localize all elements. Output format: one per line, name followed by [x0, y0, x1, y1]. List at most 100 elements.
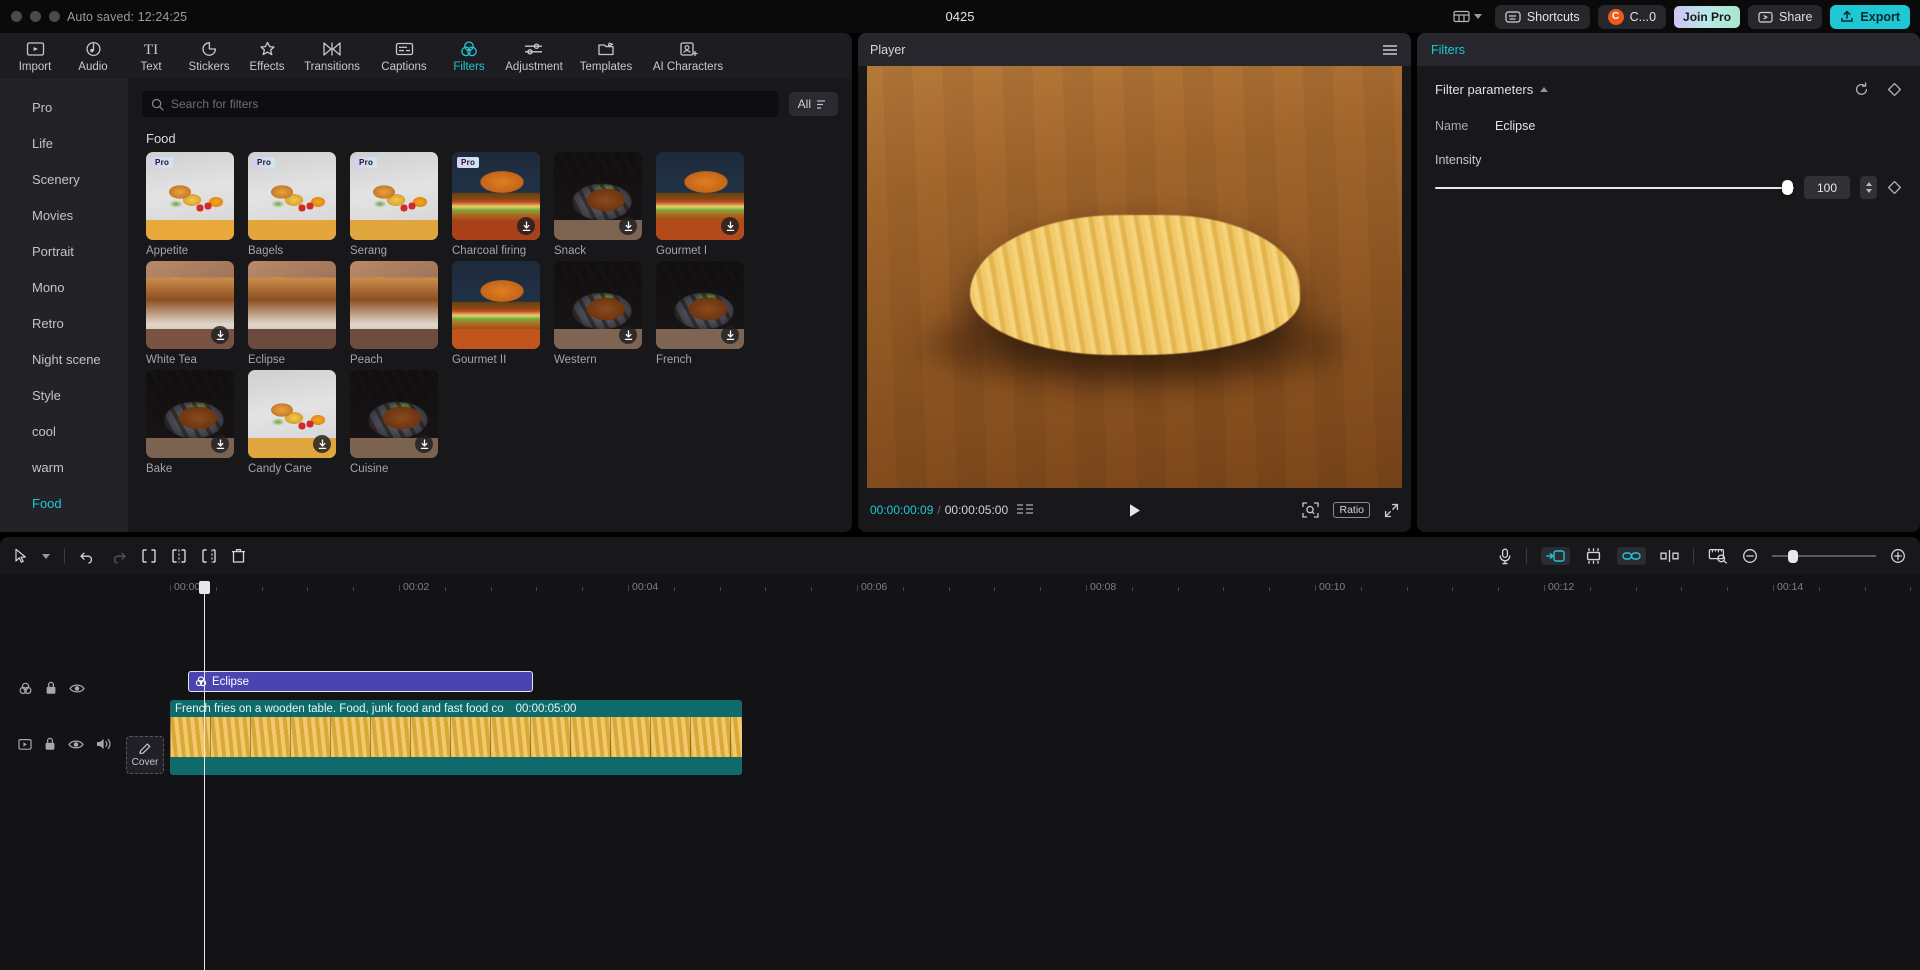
play-button[interactable]: [1126, 502, 1143, 519]
playhead-top[interactable]: [199, 581, 210, 599]
tool-stickers[interactable]: Stickers: [180, 40, 238, 73]
filter-thumbnail[interactable]: [248, 261, 336, 349]
eye-icon[interactable]: [69, 682, 85, 695]
filter-all-button[interactable]: All: [788, 92, 838, 116]
tool-dropdown-icon[interactable]: [42, 553, 50, 559]
select-tool-button[interactable]: [14, 548, 28, 564]
intensity-stepper[interactable]: [1860, 176, 1877, 199]
zoom-in-button[interactable]: [1890, 548, 1906, 564]
filter-tile[interactable]: Pro Bagels: [248, 152, 350, 257]
filter-thumbnail[interactable]: [350, 370, 438, 458]
split-left-button[interactable]: [141, 548, 157, 564]
lock-icon[interactable]: [45, 681, 57, 695]
download-icon[interactable]: [619, 326, 637, 344]
tool-audio[interactable]: Audio: [64, 40, 122, 73]
zoom-handle[interactable]: [1788, 549, 1798, 563]
playhead-handle[interactable]: [199, 581, 210, 594]
slider-handle[interactable]: [1782, 180, 1793, 195]
playhead[interactable]: [204, 599, 205, 970]
auto-snap-button[interactable]: [1584, 548, 1603, 564]
download-icon[interactable]: [313, 435, 331, 453]
download-icon[interactable]: [211, 326, 229, 344]
filter-thumbnail[interactable]: Pro: [452, 152, 540, 240]
timeline-clip-video[interactable]: French fries on a wooden table. Food, ju…: [170, 700, 742, 775]
filter-thumbnail[interactable]: [554, 152, 642, 240]
properties-tab-filters[interactable]: Filters: [1431, 43, 1465, 57]
download-icon[interactable]: [721, 217, 739, 235]
filter-thumbnail[interactable]: [554, 261, 642, 349]
eye-icon[interactable]: [68, 738, 84, 751]
filter-tile[interactable]: Pro Charcoal firing: [452, 152, 554, 257]
filter-tile[interactable]: Gourmet II: [452, 261, 554, 366]
filter-track-icon[interactable]: [18, 682, 33, 695]
reset-icon[interactable]: [1854, 82, 1869, 97]
search-input[interactable]: [171, 97, 770, 111]
share-button[interactable]: Share: [1748, 4, 1823, 29]
filter-tile[interactable]: Eclipse: [248, 261, 350, 366]
record-voiceover-button[interactable]: [1498, 548, 1512, 565]
intensity-slider[interactable]: [1435, 180, 1794, 195]
category-item-night-scene[interactable]: Night scene: [0, 341, 128, 377]
download-icon[interactable]: [517, 217, 535, 235]
join-pro-button[interactable]: Join Pro: [1674, 5, 1741, 28]
timeline-zoom-slider[interactable]: [1772, 549, 1876, 563]
filter-tile[interactable]: Gourmet I: [656, 152, 758, 257]
filter-tile[interactable]: Candy Cane: [248, 370, 350, 475]
category-item-life[interactable]: Life: [0, 125, 128, 161]
tool-adjustment[interactable]: Adjustment: [498, 40, 570, 73]
tool-filters[interactable]: Filters: [440, 40, 498, 73]
delete-button[interactable]: [231, 548, 246, 564]
category-item-movies[interactable]: Movies: [0, 197, 128, 233]
filter-tile[interactable]: Snack: [554, 152, 656, 257]
tool-text[interactable]: TI Text: [122, 40, 180, 73]
download-icon[interactable]: [721, 326, 739, 344]
filter-thumbnail[interactable]: [146, 370, 234, 458]
tool-templates[interactable]: Templates: [570, 40, 642, 73]
shortcuts-button[interactable]: Shortcuts: [1494, 4, 1590, 29]
stepper-up-icon[interactable]: [1865, 182, 1872, 186]
close-window-button[interactable]: [11, 11, 22, 22]
tool-effects[interactable]: Effects: [238, 40, 296, 73]
ratio-button[interactable]: Ratio: [1333, 502, 1370, 518]
filter-thumbnail[interactable]: Pro: [350, 152, 438, 240]
filter-thumbnail[interactable]: [452, 261, 540, 349]
cover-button[interactable]: Cover: [126, 736, 164, 774]
minimize-window-button[interactable]: [30, 11, 41, 22]
category-item-food[interactable]: Food: [0, 485, 128, 521]
filter-tile[interactable]: Pro Serang: [350, 152, 452, 257]
undo-button[interactable]: [79, 549, 96, 564]
chevron-up-icon[interactable]: [1540, 87, 1549, 92]
category-item-scenery[interactable]: Scenery: [0, 161, 128, 197]
filter-tile[interactable]: Western: [554, 261, 656, 366]
category-item-warm[interactable]: warm: [0, 449, 128, 485]
split-at-playhead-button[interactable]: [1660, 549, 1679, 563]
timeline-ruler[interactable]: 00:00 00:02 00:04 00:06 00:08 00:10 00:12 00:14: [0, 575, 1920, 599]
filter-thumbnail[interactable]: [248, 370, 336, 458]
filter-thumbnail[interactable]: Pro: [146, 152, 234, 240]
speaker-icon[interactable]: [96, 737, 112, 751]
category-item-portrait[interactable]: Portrait: [0, 233, 128, 269]
download-icon[interactable]: [415, 435, 433, 453]
filter-tile[interactable]: Peach: [350, 261, 452, 366]
redo-button[interactable]: [110, 549, 127, 564]
split-right-button[interactable]: [201, 548, 217, 564]
filter-thumbnail[interactable]: [656, 261, 744, 349]
tool-ai-characters[interactable]: AI Characters: [642, 40, 734, 73]
link-av-button[interactable]: [1617, 547, 1646, 565]
category-item-pro[interactable]: Pro: [0, 89, 128, 125]
timeline-clip-filter[interactable]: Eclipse: [188, 671, 533, 692]
maximize-window-button[interactable]: [49, 11, 60, 22]
filter-tile[interactable]: White Tea: [146, 261, 248, 366]
filter-thumbnail[interactable]: [146, 261, 234, 349]
download-icon[interactable]: [619, 217, 637, 235]
auto-ripple-button[interactable]: [1541, 547, 1570, 565]
export-button[interactable]: Export: [1830, 4, 1910, 29]
filter-thumbnail[interactable]: Pro: [248, 152, 336, 240]
timeline-measure-button[interactable]: [1708, 548, 1728, 564]
stepper-down-icon[interactable]: [1865, 189, 1872, 193]
tool-transitions[interactable]: Transitions: [296, 40, 368, 73]
filter-tile[interactable]: Cuisine: [350, 370, 452, 475]
tool-import[interactable]: Import: [6, 40, 64, 73]
fullscreen-icon[interactable]: [1384, 503, 1399, 518]
tool-captions[interactable]: Captions: [368, 40, 440, 73]
